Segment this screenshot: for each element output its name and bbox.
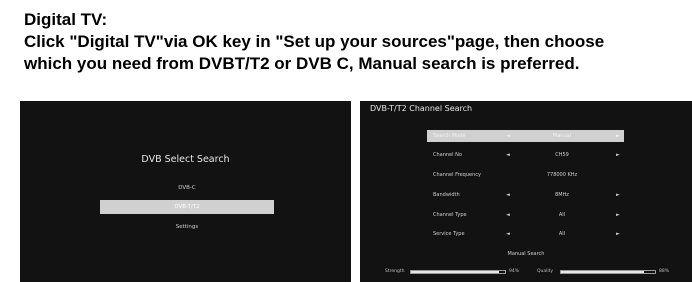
dvb-select-title: DVB Select Search <box>141 154 230 165</box>
row-value: All <box>558 231 566 237</box>
manual-search-button[interactable]: Manual Search <box>360 251 692 257</box>
arrow-right-icon[interactable]: ► <box>616 189 620 201</box>
row-value: Manual <box>552 133 572 139</box>
channel-type-row[interactable]: Channel Type ◄ All ► <box>420 209 630 221</box>
row-value: 8MHz <box>555 192 569 198</box>
strength-label: Strength <box>385 269 405 274</box>
arrow-right-icon[interactable]: ► <box>616 130 620 142</box>
instruction-line-2: which you need from DVBT/T2 or DVB C, Ma… <box>24 54 580 73</box>
instruction-line-1: Click "Digital TV"via OK key in "Set up … <box>24 32 605 51</box>
row-label: Channel Frequency <box>433 172 481 178</box>
arrow-right-icon[interactable]: ► <box>616 209 620 221</box>
arrow-left-icon[interactable]: ◄ <box>506 130 510 142</box>
channel-search-title: DVB-T/T2 Channel Search <box>370 104 473 113</box>
quality-value: 88% <box>659 269 670 274</box>
instruction-text-block: Digital TV: Click "Digital TV"via OK key… <box>24 9 692 75</box>
quality-meter-fill <box>561 271 644 273</box>
row-value: CH59 <box>555 152 569 158</box>
row-label: Service Type <box>433 231 465 237</box>
strength-meter <box>410 270 506 274</box>
quality-meter <box>560 270 656 274</box>
arrow-left-icon[interactable]: ◄ <box>506 209 510 221</box>
row-label: Bandwidth <box>433 192 460 198</box>
search-mode-row[interactable]: Search Mode ◄ Manual ► <box>427 130 624 142</box>
menu-item-dvb-t-t2[interactable]: DVB-T/T2 <box>100 200 274 214</box>
section-heading: Digital TV: <box>24 10 108 29</box>
dvb-select-search-screen: DVB Select Search DVB-C DVB-T/T2 Setting… <box>20 101 351 282</box>
arrow-right-icon[interactable]: ► <box>616 149 620 161</box>
arrow-left-icon[interactable]: ◄ <box>506 228 510 240</box>
channel-search-screen: DVB-T/T2 Channel Search Search Mode ◄ Ma… <box>360 101 692 282</box>
strength-meter-fill <box>411 271 500 273</box>
row-label: Channel No <box>433 152 462 158</box>
arrow-right-icon[interactable]: ► <box>616 228 620 240</box>
bandwidth-row[interactable]: Bandwidth ◄ 8MHz ► <box>420 189 630 201</box>
row-value: All <box>558 212 566 218</box>
arrow-left-icon[interactable]: ◄ <box>506 149 510 161</box>
row-value: 778000 KHz <box>546 172 578 178</box>
quality-label: Quality <box>537 269 554 274</box>
menu-item-dvb-c[interactable]: DVB-C <box>100 181 274 195</box>
channel-no-row[interactable]: Channel No ◄ CH59 ► <box>420 149 630 161</box>
service-type-row[interactable]: Service Type ◄ All ► <box>420 228 630 240</box>
arrow-left-icon[interactable]: ◄ <box>506 189 510 201</box>
row-label: Search Mode <box>433 133 466 139</box>
channel-frequency-row[interactable]: Channel Frequency 778000 KHz <box>420 169 630 181</box>
strength-value: 94% <box>509 269 520 274</box>
row-label: Channel Type <box>433 212 467 218</box>
menu-item-settings[interactable]: Settings <box>100 220 274 234</box>
